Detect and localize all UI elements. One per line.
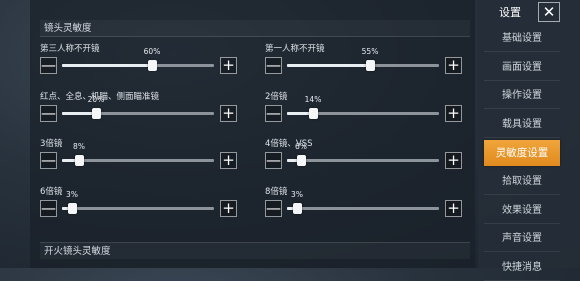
slider-thumb[interactable] — [92, 108, 101, 119]
decrease-button[interactable]: — — [265, 57, 282, 74]
increase-button[interactable]: + — [220, 57, 237, 74]
sensitivity-slider[interactable]: 20% — [62, 95, 214, 122]
sensitivity-slider[interactable]: 6% — [287, 142, 439, 169]
decrease-button[interactable]: — — [40, 200, 57, 217]
close-button[interactable]: ✕ — [538, 2, 560, 22]
sensitivity-slider[interactable]: 3% — [287, 190, 439, 217]
slider-track — [62, 159, 214, 162]
slider-value: 6% — [295, 142, 307, 151]
slider-track — [287, 207, 439, 210]
slider-thumb[interactable] — [366, 60, 375, 71]
menu-item[interactable]: 载具设置 — [484, 112, 560, 138]
increase-button[interactable]: + — [445, 200, 462, 217]
slider-track — [287, 64, 439, 67]
slider-label: 第一人称不开镜 — [265, 44, 325, 54]
sensitivity-slider-group: 8倍镜 — 3% + — [265, 185, 462, 225]
menu-item[interactable]: 声音设置 — [484, 226, 560, 253]
sensitivity-slider[interactable]: 55% — [287, 47, 439, 74]
slider-label: 8倍镜 — [265, 187, 288, 197]
slider-value: 20% — [87, 95, 105, 104]
decrease-button[interactable]: — — [265, 105, 282, 122]
decrease-button[interactable]: — — [265, 152, 282, 169]
decrease-button[interactable]: — — [40, 105, 57, 122]
slider-thumb[interactable] — [75, 155, 84, 166]
menu-item[interactable]: 基础设置 — [484, 26, 560, 52]
decrease-button[interactable]: — — [40, 57, 57, 74]
sensitivity-slider-group: 第一人称不开镜 — 55% + — [265, 42, 462, 82]
menu-item[interactable]: 效果设置 — [484, 198, 560, 224]
sensitivity-slider-group: 4倍镜、VSS — 6% + — [265, 137, 462, 177]
slider-thumb[interactable] — [148, 60, 157, 71]
decrease-button[interactable]: — — [265, 200, 282, 217]
slider-fill — [62, 112, 96, 115]
sensitivity-slider-group: 3倍镜 — 8% + — [40, 137, 237, 177]
slider-track — [62, 112, 214, 115]
sensitivity-slider-group: 2倍镜 — 14% + — [265, 90, 462, 130]
increase-button[interactable]: + — [220, 152, 237, 169]
menu-item[interactable]: 操作设置 — [484, 83, 560, 110]
sensitivity-slider-group: 红点、全息、机瞄、侧面瞄准镜 — 20% + — [40, 90, 237, 130]
sensitivity-slider-group: 第三人称不开镜 — 60% + — [40, 42, 237, 82]
sensitivity-slider[interactable]: 60% — [62, 47, 214, 74]
slider-thumb[interactable] — [309, 108, 318, 119]
menu-item[interactable]: 灵敏度设置 — [484, 140, 560, 167]
sensitivity-slider[interactable]: 14% — [287, 95, 439, 122]
slider-label: 2倍镜 — [265, 92, 288, 102]
increase-button[interactable]: + — [220, 105, 237, 122]
menu-item[interactable]: 画面设置 — [484, 55, 560, 81]
slider-thumb[interactable] — [293, 203, 302, 214]
slider-thumb[interactable] — [68, 203, 77, 214]
increase-button[interactable]: + — [445, 57, 462, 74]
slider-value: 8% — [73, 142, 85, 151]
slider-track — [62, 64, 214, 67]
settings-side-menu: 设置 ✕ 基础设置 画面设置 操作设置 载具设置 灵敏度设置 拾取设置 效果设置 声音设置 快捷… — [478, 0, 580, 281]
slider-value: 60% — [143, 47, 161, 56]
sensitivity-panel: 镜头灵敏度 第三人称不开镜 — 60% + 第一人称不开镜 — 55% + 红点… — [30, 0, 475, 268]
sensitivity-slider-group: 6倍镜 — 3% + — [40, 185, 237, 225]
slider-value: 14% — [304, 95, 322, 104]
slider-value: 3% — [66, 190, 78, 199]
slider-label: 第三人称不开镜 — [40, 44, 100, 54]
settings-title: 设置 — [499, 6, 521, 19]
slider-thumb[interactable] — [297, 155, 306, 166]
sensitivity-slider[interactable]: 3% — [62, 190, 214, 217]
increase-button[interactable]: + — [220, 200, 237, 217]
slider-label: 3倍镜 — [40, 139, 63, 149]
slider-track — [287, 159, 439, 162]
section-header-fire-sensitivity[interactable]: 开火镜头灵敏度 — [40, 242, 470, 259]
slider-value: 3% — [291, 190, 303, 199]
sensitivity-slider[interactable]: 8% — [62, 142, 214, 169]
increase-button[interactable]: + — [445, 105, 462, 122]
slider-track — [62, 207, 214, 210]
decrease-button[interactable]: — — [40, 152, 57, 169]
slider-fill — [62, 64, 152, 67]
increase-button[interactable]: + — [445, 152, 462, 169]
slider-label: 6倍镜 — [40, 187, 63, 197]
section-header-camera-sensitivity: 镜头灵敏度 — [40, 20, 470, 37]
menu-item[interactable]: 拾取设置 — [484, 169, 560, 195]
slider-value: 55% — [361, 47, 379, 56]
slider-fill — [287, 64, 370, 67]
